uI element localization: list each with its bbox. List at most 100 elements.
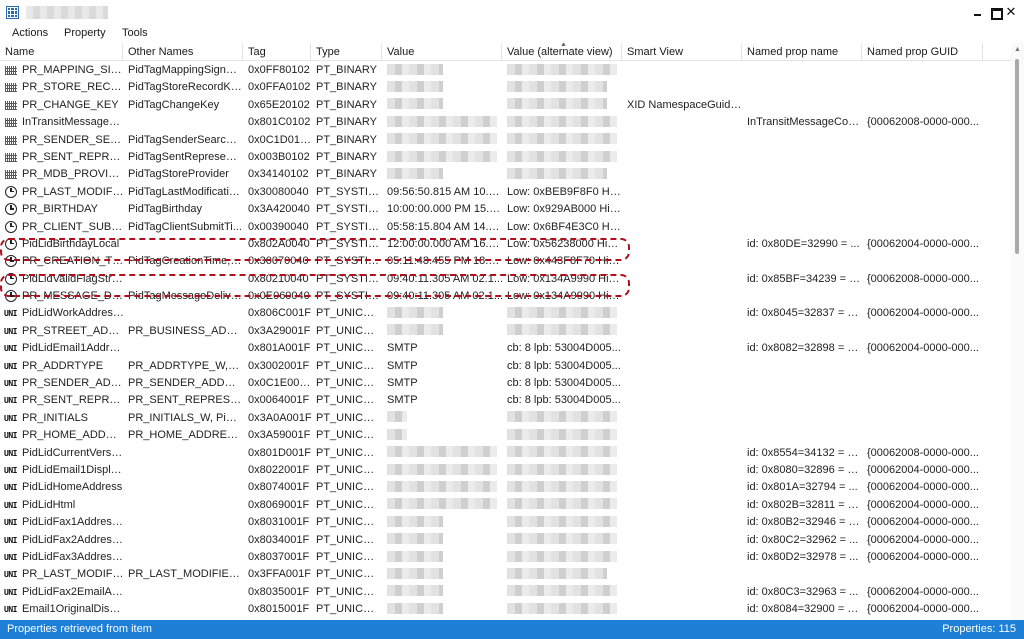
redacted-alternate-view	[507, 550, 617, 562]
cell-named-prop-name	[743, 410, 862, 427]
mfcmapi-property-window: ✕ Actions Property Tools Name Other Name…	[0, 0, 1024, 639]
cell-named-prop-name	[743, 392, 862, 409]
table-row[interactable]: PR_STORE_RECORD... PidTagStoreRecordKey 0x…	[0, 79, 1011, 96]
cell-type: PT_SYSTIME	[316, 185, 382, 198]
redacted-value	[387, 428, 407, 440]
close-button[interactable]: ✕	[1003, 4, 1019, 20]
cell-named-prop-name: InTransitMessageCorr...	[747, 116, 862, 129]
column-header-tag[interactable]: Tag	[243, 43, 311, 61]
column-header-other-names[interactable]: Other Names	[123, 43, 243, 61]
status-bar: Properties retrieved from item Propertie…	[0, 620, 1024, 639]
redacted-value	[387, 98, 443, 110]
cell-value	[383, 132, 503, 149]
table-row[interactable]: PR_SENDER_SEARC... PidTagSenderSearchK...…	[0, 132, 1011, 149]
table-row[interactable]: UNI PidLidHtml 0x8069001F PT_UNICODE id: 0x8…	[0, 497, 1011, 514]
table-row[interactable]: PR_MAPPING_SIGN... PidTagMappingSignat...…	[0, 62, 1011, 79]
cell-alternate-view	[503, 479, 622, 496]
cell-smart-view	[623, 497, 742, 514]
table-row[interactable]: UNI PidLidFax3Address... 0x8037001F PT_UNIC…	[0, 549, 1011, 566]
cell-tag: 0x8074001F	[248, 481, 310, 494]
cell-type: PT_UNICODE	[316, 533, 382, 546]
table-row[interactable]: UNI PR_INITIALS PR_INITIALS_W, PidTa... 0x3…	[0, 410, 1011, 427]
cell-named-prop-name	[743, 166, 862, 183]
table-row[interactable]: PR_LAST_MODIFIC... PidTagLastModificatio.…	[0, 184, 1011, 201]
cell-other-names	[124, 305, 242, 322]
minimize-button[interactable]	[970, 4, 986, 20]
cell-named-prop-guid: {00062004-0000-000...	[867, 603, 979, 616]
cell-value	[383, 305, 503, 322]
redacted-value	[387, 63, 443, 75]
cell-named-prop-name	[743, 184, 862, 201]
redacted-alternate-view	[507, 446, 617, 458]
table-row[interactable]: UNI PidLidWorkAddress... 0x806C001F PT_UNIC…	[0, 305, 1011, 322]
column-header-named-prop-guid[interactable]: Named prop GUID	[862, 43, 983, 61]
redacted-alternate-view	[507, 115, 617, 127]
column-header-value[interactable]: Value	[382, 43, 502, 61]
cell-tag: 0x65E20102	[248, 98, 310, 111]
cell-named-prop-guid	[863, 132, 983, 149]
maximize-button[interactable]	[987, 4, 1003, 20]
cell-other-names: PR_ADDRTYPE_W, Pid...	[128, 359, 242, 372]
cell-tag: 0x0FF80102	[248, 64, 310, 76]
cell-alternate-view: Low: 0x929AB000 Hig...	[507, 203, 622, 216]
table-row[interactable]: UNI PR_LAST_MODIFIE... PR_LAST_MODIFIER_..…	[0, 566, 1011, 583]
cell-tag: 0x3A59001F	[248, 429, 311, 442]
column-header-smart-view[interactable]: Smart View	[622, 43, 742, 61]
column-header-name[interactable]: Name	[0, 43, 123, 61]
column-header-type[interactable]: Type	[311, 43, 382, 61]
cell-alternate-view: Low: 0x6BF4E3C0 Hig...	[507, 220, 622, 233]
redacted-alternate-view	[507, 567, 607, 579]
cell-alternate-view	[503, 584, 622, 601]
table-row[interactable]: PR_CLIENT_SUBMIT... PidTagClientSubmitTi.…	[0, 219, 1011, 236]
cell-value	[383, 514, 503, 531]
redacted-alternate-view	[507, 324, 617, 336]
column-header-named-prop-name[interactable]: Named prop name	[742, 43, 862, 61]
cell-other-names: PidTagSentRepresenti...	[128, 150, 242, 163]
table-row[interactable]: UNIPR_SENT_REPRESE...PR_SENT_REPRESENTI.…	[0, 392, 1011, 409]
cell-other-names: PR_INITIALS_W, PidTa...	[128, 411, 242, 424]
table-row[interactable]: UNI PidLidHomeAddress 0x8074001F PT_UNICODE…	[0, 479, 1011, 496]
cell-property-name: InTransitMessageC...	[22, 116, 124, 129]
redacted-alternate-view	[507, 585, 617, 597]
cell-named-prop-name	[743, 132, 862, 149]
table-row[interactable]: UNIPR_ADDRTYPEPR_ADDRTYPE_W, Pid...0x300…	[0, 358, 1011, 375]
menu-property[interactable]: Property	[64, 27, 106, 39]
cell-value	[383, 114, 503, 131]
scroll-thumb[interactable]	[1015, 59, 1019, 254]
cell-alternate-view	[503, 79, 622, 96]
redacted-value	[387, 133, 497, 145]
table-row[interactable]: UNI PidLidEmail1Addre... 0x801A001F PT_UNIC…	[0, 340, 1011, 357]
table-row[interactable]: UNI Email1OriginalDispl... 0x8015001F PT_UN…	[0, 601, 1011, 618]
table-row[interactable]: PR_MDB_PROVIDER PidTagStoreProvider 0x3414…	[0, 166, 1011, 183]
table-row[interactable]: InTransitMessageC... 0x801C0102 PT_BINARY I…	[0, 114, 1011, 131]
cell-other-names: PR_SENDER_ADDRTY...	[128, 377, 242, 390]
scroll-up-arrow-icon[interactable]: ▲	[1014, 46, 1021, 53]
table-row[interactable]: PR_BIRTHDAY PidTagBirthday 0x3A420040 PT_SY…	[0, 201, 1011, 218]
table-row[interactable]: UNI PidLidFax2Address... 0x8034001F PT_UNIC…	[0, 532, 1011, 549]
table-row[interactable]: UNIPR_STREET_ADDRE...PR_BUSINESS_ADDRE..…	[0, 323, 1011, 340]
table-row[interactable]: UNIPR_SENDER_ADDR...PR_SENDER_ADDRTY...0…	[0, 375, 1011, 392]
cell-named-prop-guid: {00062004-0000-000...	[867, 585, 979, 598]
cell-named-prop-name	[743, 62, 862, 79]
cell-type: PT_UNICODE	[316, 446, 382, 459]
table-row[interactable]: UNI PidLidFax1Address... 0x8031001F PT_UNIC…	[0, 514, 1011, 531]
menu-tools[interactable]: Tools	[122, 27, 148, 39]
table-row[interactable]: UNIPR_HOME_ADDRES...PR_HOME_ADDRESS_...0…	[0, 427, 1011, 444]
redacted-value	[387, 585, 443, 597]
cell-property-name: PR_LAST_MODIFIE...	[22, 568, 124, 581]
table-row[interactable]: UNI PidLidEmail1Displa... 0x8022001F PT_UNI…	[0, 462, 1011, 479]
cell-named-prop-guid	[863, 253, 983, 270]
menu-actions[interactable]: Actions	[12, 27, 48, 39]
cell-tag: 0x801A001F	[248, 342, 311, 355]
cell-alternate-view	[503, 114, 622, 131]
redacted-alternate-view	[507, 515, 617, 527]
table-row[interactable]: UNI PidLidFax2EmailAd... 0x8035001F PT_UNIC…	[0, 584, 1011, 601]
table-row[interactable]: PR_CHANGE_KEY PidTagChangeKey 0x65E20102 PT…	[0, 97, 1011, 114]
cell-tag: 0x806C001F	[248, 307, 311, 320]
table-row[interactable]: PR_SENT_REPRESE... PidTagSentRepresenti..…	[0, 149, 1011, 166]
table-row[interactable]: UNI PidLidCurrentVersio... 0x801D001F PT_UN…	[0, 445, 1011, 462]
cell-other-names	[124, 462, 242, 479]
cell-named-prop-guid: {00062004-0000-000...	[867, 463, 979, 476]
redacted-value	[387, 324, 443, 336]
vertical-scrollbar[interactable]: ▲	[1011, 43, 1024, 620]
